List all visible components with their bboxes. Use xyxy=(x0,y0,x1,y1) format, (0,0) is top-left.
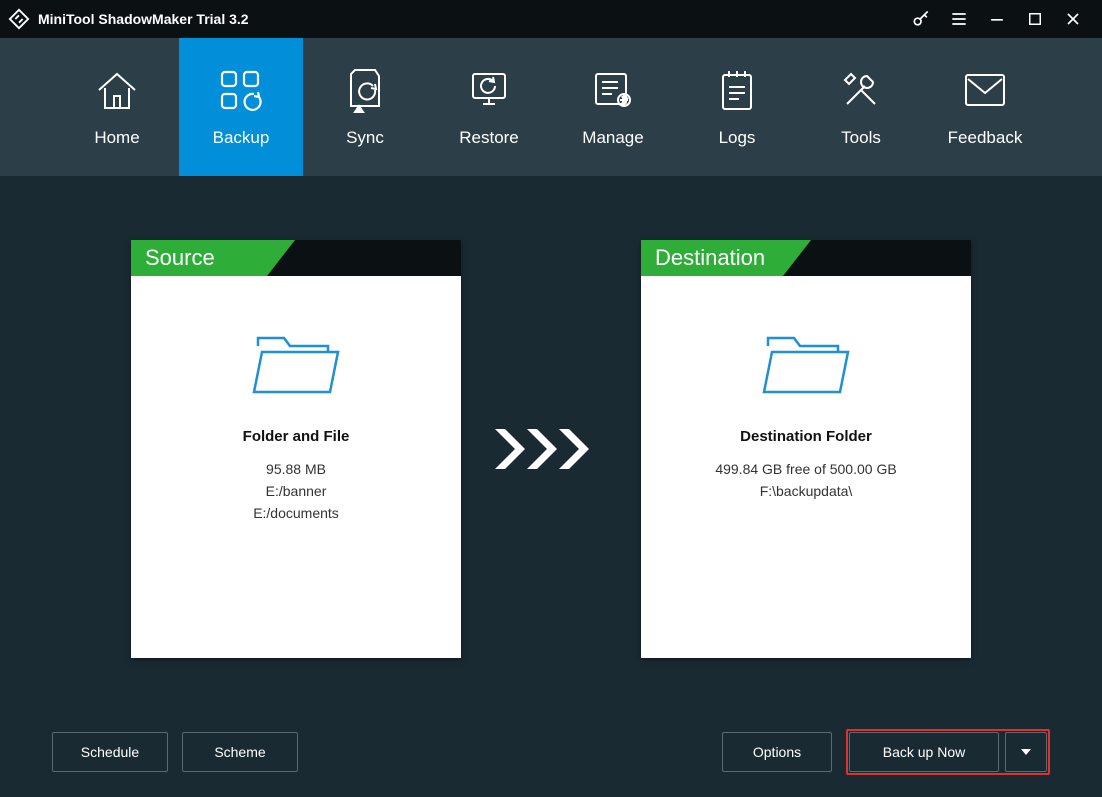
bottom-bar: Schedule Scheme Options Back up Now xyxy=(0,729,1102,775)
nav-label: Logs xyxy=(719,128,756,148)
source-card[interactable]: Source Folder and File 95.88 MB E:/banne… xyxy=(131,240,461,658)
backup-now-group: Back up Now xyxy=(846,729,1050,775)
close-icon[interactable] xyxy=(1054,0,1092,38)
tools-icon xyxy=(839,66,883,114)
manage-icon xyxy=(590,66,636,114)
nav-label: Sync xyxy=(346,128,384,148)
nav-manage[interactable]: Manage xyxy=(551,38,675,176)
nav-backup[interactable]: Backup xyxy=(179,38,303,176)
nav-feedback[interactable]: Feedback xyxy=(923,38,1047,176)
content-area: Source Folder and File 95.88 MB E:/banne… xyxy=(0,176,1102,797)
destination-tab-label: Destination xyxy=(641,240,811,276)
destination-card[interactable]: Destination Destination Folder 499.84 GB… xyxy=(641,240,971,658)
destination-free: 499.84 GB free of 500.00 GB xyxy=(641,461,971,477)
backup-now-dropdown[interactable] xyxy=(1005,732,1047,772)
nav-label: Home xyxy=(94,128,139,148)
folder-icon xyxy=(758,328,854,400)
restore-icon xyxy=(465,66,513,114)
source-path-1: E:/banner xyxy=(131,483,461,499)
nav-label: Tools xyxy=(841,128,881,148)
app-title: MiniTool ShadowMaker Trial 3.2 xyxy=(38,11,249,27)
sync-icon xyxy=(345,66,385,114)
options-button[interactable]: Options xyxy=(722,732,832,772)
app-logo-icon xyxy=(8,8,30,30)
key-icon[interactable] xyxy=(902,0,940,38)
source-path-2: E:/documents xyxy=(131,505,461,521)
nav-logs[interactable]: Logs xyxy=(675,38,799,176)
nav-label: Restore xyxy=(459,128,519,148)
nav-label: Feedback xyxy=(948,128,1023,148)
home-icon xyxy=(93,66,141,114)
source-title: Folder and File xyxy=(131,428,461,445)
titlebar: MiniTool ShadowMaker Trial 3.2 xyxy=(0,0,1102,38)
folder-icon xyxy=(248,328,344,400)
logs-icon xyxy=(717,66,757,114)
nav-sync[interactable]: Sync xyxy=(303,38,427,176)
chevron-down-icon xyxy=(1019,745,1033,759)
source-size: 95.88 MB xyxy=(131,461,461,477)
menu-icon[interactable] xyxy=(940,0,978,38)
backup-icon xyxy=(218,66,264,114)
transfer-arrow xyxy=(461,240,641,658)
destination-path: F:\backupdata\ xyxy=(641,483,971,499)
feedback-icon xyxy=(962,66,1008,114)
nav-label: Backup xyxy=(213,128,270,148)
destination-title: Destination Folder xyxy=(641,428,971,445)
nav-label: Manage xyxy=(582,128,643,148)
source-tab-label: Source xyxy=(131,240,295,276)
nav-restore[interactable]: Restore xyxy=(427,38,551,176)
backup-now-button[interactable]: Back up Now xyxy=(849,732,999,772)
maximize-icon[interactable] xyxy=(1016,0,1054,38)
nav-home[interactable]: Home xyxy=(55,38,179,176)
minimize-icon[interactable] xyxy=(978,0,1016,38)
schedule-button[interactable]: Schedule xyxy=(52,732,168,772)
scheme-button[interactable]: Scheme xyxy=(182,732,298,772)
main-nav: Home Backup Sync Restore Manage xyxy=(0,38,1102,176)
nav-tools[interactable]: Tools xyxy=(799,38,923,176)
